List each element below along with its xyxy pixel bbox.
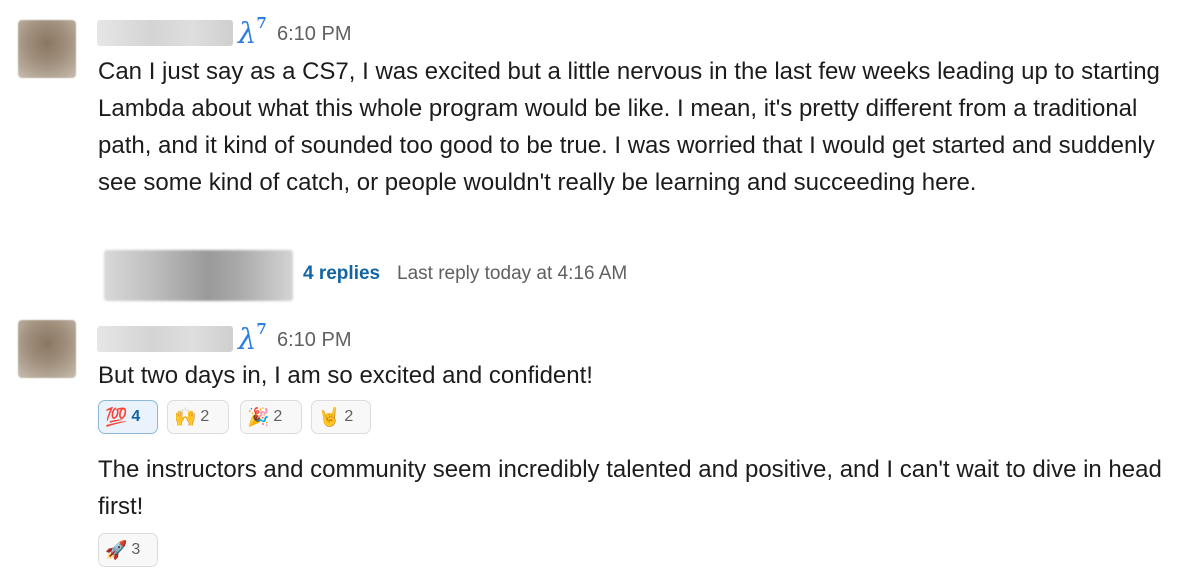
lambda-badge-icon: λ7: [238, 14, 267, 50]
sender-name-redacted[interactable]: [97, 20, 233, 46]
thread-replies-link[interactable]: 4 replies: [303, 263, 380, 285]
reaction-rocket[interactable]: 🚀 3: [98, 533, 158, 567]
avatar[interactable]: [18, 20, 76, 78]
reaction-count: 3: [131, 541, 141, 558]
avatar[interactable]: [18, 320, 76, 378]
message-text: But two days in, I am so excited and con…: [98, 362, 593, 389]
reaction-tada[interactable]: 🎉 2: [240, 400, 302, 434]
reaction-count: 2: [200, 408, 210, 425]
message-text: The instructors and community seem incre…: [98, 456, 1162, 520]
sign-of-horns-icon: 🤘: [318, 406, 341, 428]
raised-hands-icon: 🙌: [174, 406, 197, 428]
hundred-points-icon: 💯: [105, 406, 128, 428]
sender-name-redacted[interactable]: [97, 326, 233, 352]
reaction-count: 4: [131, 408, 141, 425]
reaction-raised-hands[interactable]: 🙌 2: [167, 400, 229, 434]
rocket-icon: 🚀: [105, 539, 128, 561]
reaction-count: 2: [273, 408, 283, 425]
message-timestamp[interactable]: 6:10 PM: [277, 23, 351, 46]
reaction-100[interactable]: 💯 4: [98, 400, 158, 434]
message-text: Can I just say as a CS7, I was excited b…: [98, 58, 1160, 196]
thread-participant-avatars[interactable]: [104, 250, 293, 301]
reaction-metal[interactable]: 🤘 2: [311, 400, 371, 434]
message-timestamp[interactable]: 6:10 PM: [277, 329, 351, 352]
lambda-badge-icon: λ7: [238, 320, 267, 356]
reaction-count: 2: [344, 408, 354, 425]
party-popper-icon: 🎉: [247, 406, 270, 428]
thread-last-reply: Last reply today at 4:16 AM: [397, 263, 628, 284]
